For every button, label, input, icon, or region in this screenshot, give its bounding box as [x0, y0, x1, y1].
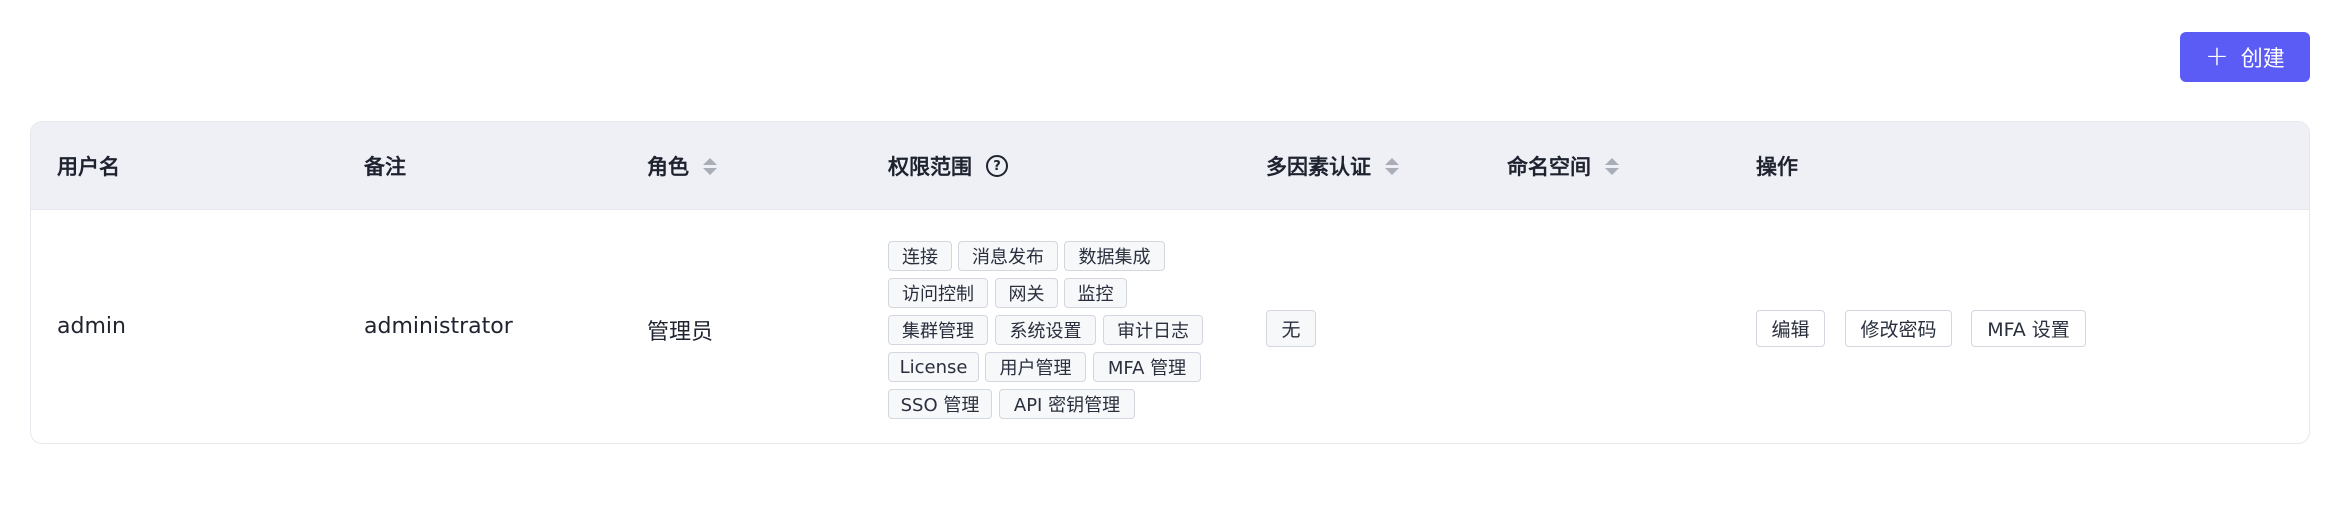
help-icon[interactable]: ? — [986, 155, 1008, 177]
cell-username: admin — [57, 314, 126, 339]
scope-tag: 集群管理 — [888, 315, 988, 345]
column-mfa[interactable]: 多因素认证 — [1266, 122, 1399, 210]
column-mfa-label: 多因素认证 — [1266, 155, 1371, 179]
create-button-label: 创建 — [2240, 47, 2285, 72]
scope-tag: 监控 — [1064, 278, 1127, 308]
change-password-button[interactable]: 修改密码 — [1845, 310, 1952, 347]
column-role-label: 角色 — [647, 155, 689, 179]
scope-tag: 用户管理 — [985, 352, 1086, 382]
scope-tag: MFA 管理 — [1093, 352, 1201, 382]
users-table: 用户名 备注 角色 权限范围 ? 多因素认证 命名空间 操作 admin adm… — [30, 121, 2310, 444]
scope-tag: SSO 管理 — [888, 389, 992, 419]
column-actions-label: 操作 — [1756, 155, 1798, 179]
cell-remark: administrator — [364, 314, 513, 339]
edit-button[interactable]: 编辑 — [1756, 310, 1825, 347]
scope-tag: 数据集成 — [1064, 241, 1165, 271]
column-remark-label: 备注 — [364, 155, 406, 179]
scope-tag: 审计日志 — [1103, 315, 1203, 345]
scope-tag: API 密钥管理 — [999, 389, 1135, 419]
column-actions: 操作 — [1756, 122, 1798, 210]
table-header: 用户名 备注 角色 权限范围 ? 多因素认证 命名空间 操作 — [31, 122, 2309, 210]
column-namespace[interactable]: 命名空间 — [1507, 122, 1619, 210]
plus-icon: + — [2205, 39, 2229, 72]
scope-tag: License — [888, 352, 979, 382]
sort-icon[interactable] — [1385, 157, 1399, 175]
column-username-label: 用户名 — [57, 155, 120, 179]
scope-tag: 系统设置 — [995, 315, 1096, 345]
column-scope-label: 权限范围 — [888, 155, 972, 179]
mfa-settings-button[interactable]: MFA 设置 — [1971, 310, 2086, 347]
column-role[interactable]: 角色 — [647, 122, 717, 210]
column-namespace-label: 命名空间 — [1507, 155, 1591, 179]
column-scope: 权限范围 ? — [888, 122, 1008, 210]
sort-icon[interactable] — [1605, 157, 1619, 175]
scope-tag: 消息发布 — [958, 241, 1058, 271]
scope-tag: 连接 — [888, 241, 952, 271]
column-remark: 备注 — [364, 122, 406, 210]
create-button[interactable]: + 创建 — [2180, 32, 2310, 82]
mfa-status-badge: 无 — [1266, 310, 1316, 347]
column-username: 用户名 — [57, 122, 120, 210]
cell-role: 管理员 — [647, 320, 714, 345]
scope-tag: 网关 — [995, 278, 1058, 308]
sort-icon[interactable] — [703, 157, 717, 175]
scope-tag: 访问控制 — [888, 278, 988, 308]
